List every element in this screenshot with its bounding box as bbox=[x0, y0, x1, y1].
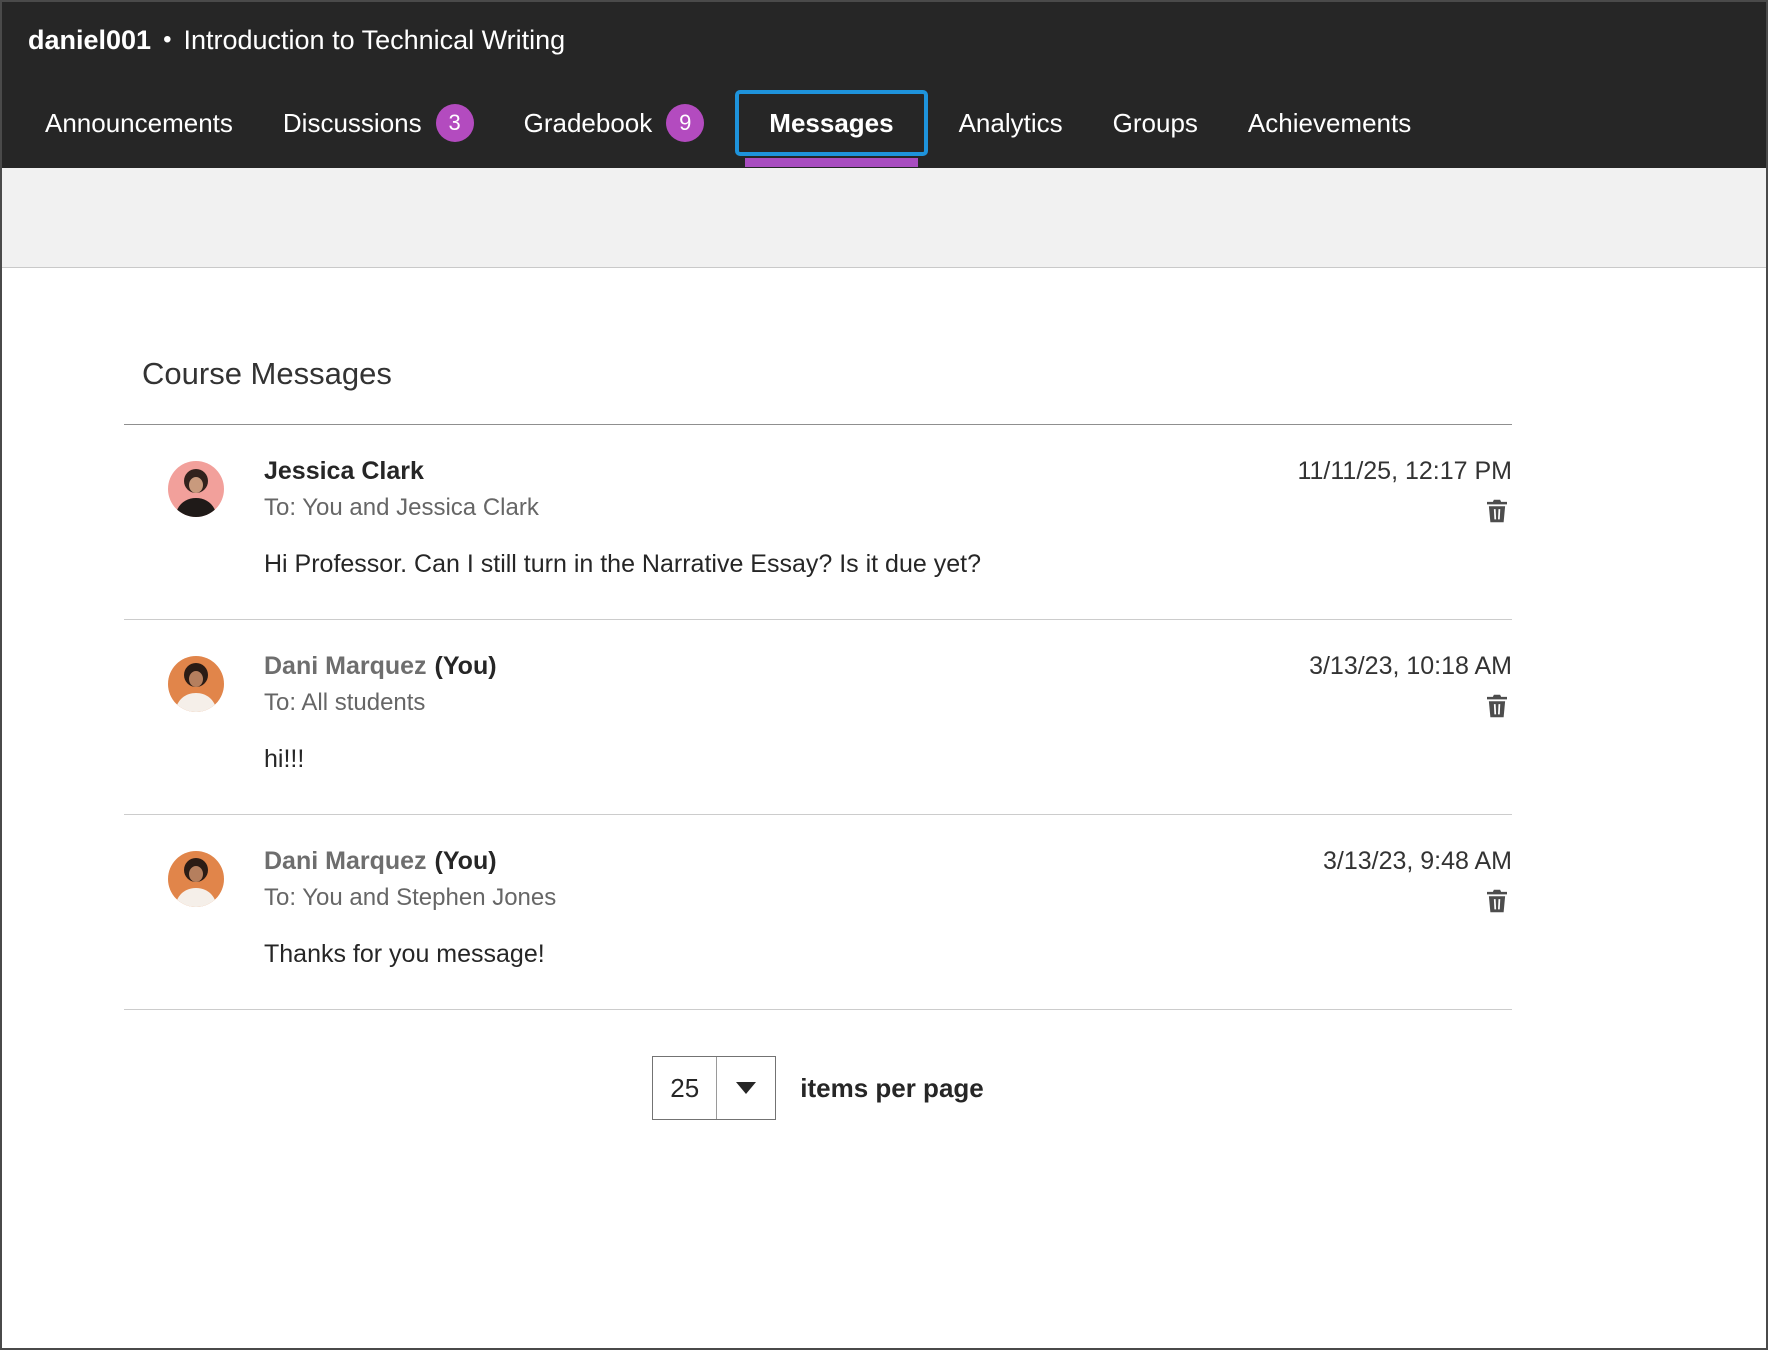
tab-analytics[interactable]: Analytics bbox=[934, 78, 1088, 168]
trash-icon bbox=[1482, 886, 1512, 916]
message-meta: 11/11/25, 12:17 PM bbox=[1297, 457, 1512, 579]
tab-groups[interactable]: Groups bbox=[1088, 78, 1223, 168]
message-meta: 3/13/23, 10:18 AM bbox=[1309, 652, 1512, 774]
tab-label: Analytics bbox=[959, 108, 1063, 139]
message-preview: Hi Professor. Can I still turn in the Na… bbox=[264, 550, 1297, 579]
message-meta: 3/13/23, 9:48 AM bbox=[1323, 847, 1512, 969]
active-tab-underline bbox=[745, 158, 917, 167]
avatar bbox=[168, 656, 224, 712]
header-separator: • bbox=[163, 26, 171, 54]
chevron-down-icon bbox=[736, 1082, 756, 1094]
page-title: Course Messages bbox=[142, 356, 1766, 392]
message-sender-line: Dani Marquez (You) bbox=[264, 652, 1309, 681]
message-body: Dani Marquez (You) To: You and Stephen Jo… bbox=[264, 847, 1323, 969]
sender-name: Jessica Clark bbox=[264, 457, 424, 485]
select-arrow-segment bbox=[717, 1057, 775, 1119]
message-body: Dani Marquez (You) To: All students hi!!! bbox=[264, 652, 1309, 774]
message-preview: Thanks for you message! bbox=[264, 940, 1323, 969]
tab-announcements[interactable]: Announcements bbox=[20, 78, 258, 168]
avatar bbox=[168, 461, 224, 517]
sender-suffix: (You) bbox=[435, 652, 497, 680]
message-timestamp: 3/13/23, 10:18 AM bbox=[1309, 652, 1512, 681]
sender-suffix: (You) bbox=[435, 847, 497, 875]
message-recipients: To: You and Jessica Clark bbox=[264, 494, 1297, 522]
message-recipients: To: All students bbox=[264, 689, 1309, 717]
tab-label: Gradebook bbox=[524, 108, 653, 139]
toolbar-strip bbox=[2, 168, 1766, 268]
sender-name: Dani Marquez bbox=[264, 847, 427, 875]
message-row[interactable]: Dani Marquez (You) To: You and Stephen Jo… bbox=[124, 815, 1512, 1010]
course-nav: Announcements Discussions 3 Gradebook 9 … bbox=[2, 78, 1766, 168]
tab-label: Messages bbox=[769, 108, 893, 139]
pagination: 25 items per page bbox=[124, 1056, 1512, 1120]
sender-name: Dani Marquez bbox=[264, 652, 427, 680]
items-per-page-label: items per page bbox=[800, 1073, 984, 1104]
tab-discussions[interactable]: Discussions 3 bbox=[258, 78, 499, 168]
tab-label: Achievements bbox=[1248, 108, 1411, 139]
message-timestamp: 11/11/25, 12:17 PM bbox=[1297, 457, 1512, 486]
trash-icon bbox=[1482, 496, 1512, 526]
items-per-page-value: 25 bbox=[653, 1057, 717, 1119]
tab-label: Announcements bbox=[45, 108, 233, 139]
message-recipients: To: You and Stephen Jones bbox=[264, 884, 1323, 912]
tab-achievements[interactable]: Achievements bbox=[1223, 78, 1436, 168]
message-body: Jessica Clark To: You and Jessica Clark … bbox=[264, 457, 1297, 579]
message-timestamp: 3/13/23, 9:48 AM bbox=[1323, 847, 1512, 876]
items-per-page-select[interactable]: 25 bbox=[652, 1056, 776, 1120]
tab-label: Groups bbox=[1113, 108, 1198, 139]
delete-message-button[interactable] bbox=[1482, 886, 1512, 916]
gradebook-count-badge: 9 bbox=[666, 104, 704, 142]
delete-message-button[interactable] bbox=[1482, 496, 1512, 526]
course-messages-panel: Course Messages Jessica Clark To: You an… bbox=[2, 268, 1766, 1120]
course-header-bar: daniel001 • Introduction to Technical Wr… bbox=[2, 2, 1766, 78]
message-row[interactable]: Jessica Clark To: You and Jessica Clark … bbox=[124, 425, 1512, 620]
message-sender-line: Dani Marquez (You) bbox=[264, 847, 1323, 876]
message-row[interactable]: Dani Marquez (You) To: All students hi!!!… bbox=[124, 620, 1512, 815]
tab-gradebook[interactable]: Gradebook 9 bbox=[499, 78, 730, 168]
tab-label: Discussions bbox=[283, 108, 422, 139]
message-list: Jessica Clark To: You and Jessica Clark … bbox=[124, 424, 1512, 1010]
course-title: Introduction to Technical Writing bbox=[183, 25, 565, 56]
tab-messages[interactable]: Messages bbox=[735, 90, 927, 156]
discussions-count-badge: 3 bbox=[436, 104, 474, 142]
trash-icon bbox=[1482, 691, 1512, 721]
message-sender-line: Jessica Clark bbox=[264, 457, 1297, 486]
username: daniel001 bbox=[28, 25, 151, 56]
message-preview: hi!!! bbox=[264, 745, 1309, 774]
avatar bbox=[168, 851, 224, 907]
delete-message-button[interactable] bbox=[1482, 691, 1512, 721]
